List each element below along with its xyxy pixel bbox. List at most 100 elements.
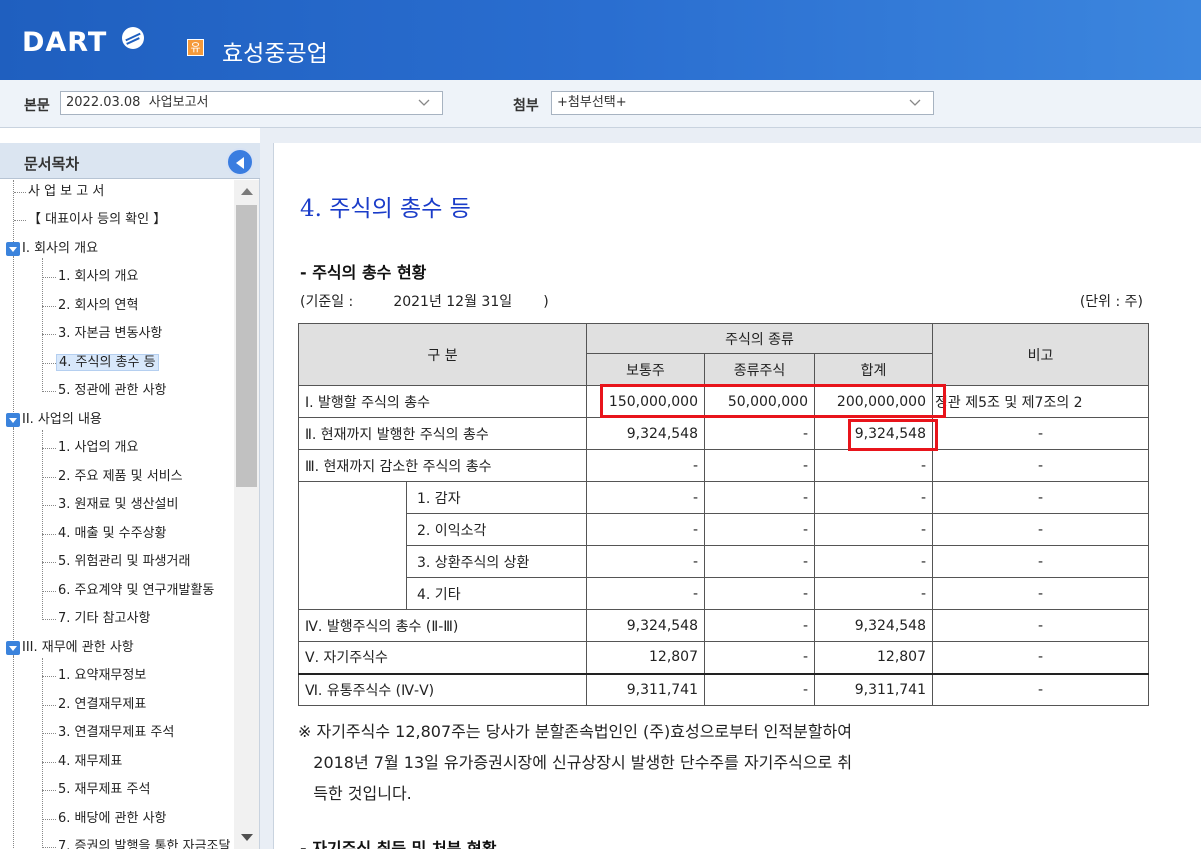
header-common: 보통주	[586, 353, 705, 386]
toc-item-company-overview[interactable]: 1. 회사의 개요	[42, 266, 138, 288]
toc-item-label: 5. 위험관리 및 파생거래	[58, 554, 191, 569]
toc-sidebar: 문서목차 사 업 보 고 서 【 대표이사 등의 확인 】 I. 회사의 개요 …	[0, 143, 260, 849]
toc-item-products[interactable]: 2. 주요 제품 및 서비스	[42, 466, 183, 488]
cell-note: -	[932, 545, 1149, 578]
toc-item-contracts[interactable]: 6. 주요계약 및 연구개발활동	[42, 580, 214, 602]
cell-preferred: -	[704, 481, 815, 514]
toc-item-consolidated-notes[interactable]: 3. 연결재무제표 주석	[42, 722, 174, 744]
toc-item-label: 4. 매출 및 수주상황	[58, 526, 167, 541]
row-label: Ⅵ. 유통주식수 (Ⅳ-Ⅴ)	[298, 672, 587, 706]
highlight-issued-total	[848, 419, 938, 451]
table-row: 1. 감자 - - - -	[298, 481, 1149, 610]
table-row: 2. 이익소각 - - - -	[299, 513, 1149, 546]
cell-preferred: -	[704, 513, 815, 546]
cell-note: -	[932, 417, 1149, 450]
toc-item-label: 6. 주요계약 및 연구개발활동	[58, 583, 215, 598]
cell-preferred: -	[704, 449, 815, 482]
attachment-select[interactable]: +첨부선택+	[551, 91, 934, 115]
expand-toggle-icon[interactable]	[6, 242, 20, 256]
toc-item-label: 4. 주식의 총수 등	[56, 354, 159, 371]
toc-item-summary-finance[interactable]: 1. 요약재무정보	[42, 665, 146, 687]
cell-common: -	[586, 481, 705, 514]
toc-item-fs-notes[interactable]: 5. 재무제표 주석	[42, 779, 150, 801]
table-header-row: 구 분 주식의 종류 비고	[298, 323, 1149, 386]
toc-item-materials[interactable]: 3. 원재료 및 생산설비	[42, 494, 178, 516]
toc-tree: 사 업 보 고 서 【 대표이사 등의 확인 】 I. 회사의 개요 1. 회사…	[0, 180, 234, 849]
expand-toggle-icon[interactable]	[6, 641, 20, 655]
main-report-label: 본문	[24, 98, 50, 114]
toc-section-business[interactable]: II. 사업의 내용	[6, 409, 102, 431]
toc-item-label: 5. 재무제표 주석	[58, 782, 151, 797]
document-viewer: 4. 주식의 총수 등 - 주식의 총수 현황 (기준일 : 2021년 12월…	[273, 143, 1201, 849]
row-group-spacer	[298, 481, 407, 610]
toc-item-label: 3. 원재료 및 생산설비	[58, 497, 179, 512]
toc-item-securities[interactable]: 7. 증권의 발행을 통한 자금조달	[42, 836, 230, 849]
cell-common: 12,807	[586, 641, 705, 674]
toc-item-company-history[interactable]: 2. 회사의 연혁	[42, 295, 138, 317]
toc-item-label: 3. 연결재무제표 주석	[58, 725, 175, 740]
toc-item-total-shares[interactable]: 4. 주식의 총수 등	[42, 352, 159, 374]
cell-common: 9,324,548	[586, 609, 705, 642]
row-label: Ⅰ. 발행할 주식의 총수	[298, 385, 587, 418]
cell-note: -	[932, 449, 1149, 482]
expand-toggle-icon[interactable]	[6, 413, 20, 427]
highlight-authorized-shares	[600, 384, 946, 418]
toc-item-label: II. 사업의 내용	[22, 412, 102, 427]
scroll-up-arrow-icon[interactable]	[241, 188, 253, 195]
toc-section-finance[interactable]: III. 재무에 관한 사항	[6, 637, 134, 659]
cell-note: -	[932, 513, 1149, 546]
toc-item-label: 1. 회사의 개요	[58, 269, 139, 284]
cell-preferred: -	[704, 577, 815, 610]
header-share-types: 주식의 종류	[586, 323, 933, 354]
toc-item-consolidated-fs[interactable]: 2. 연결재무제표	[42, 694, 146, 716]
toc-scrollbar[interactable]	[234, 180, 259, 849]
toc-item-business-report[interactable]: 사 업 보 고 서	[14, 181, 104, 203]
toc-item-ceo-confirmation[interactable]: 【 대표이사 등의 확인 】	[14, 209, 166, 231]
toc-item-label: 5. 정관에 관한 사항	[58, 383, 167, 398]
table-row: Ⅲ. 현재까지 감소한 주식의 총수 - - - -	[298, 449, 1149, 482]
note-line: 2018년 7월 13일 유가증권시장에 신규상장시 발생한 단수주를 자기주식…	[298, 753, 853, 772]
toc-item-articles[interactable]: 5. 정관에 관한 사항	[42, 380, 167, 402]
toc-item-label: III. 재무에 관한 사항	[22, 640, 134, 655]
row-label: Ⅳ. 발행주식의 총수 (Ⅱ-Ⅲ)	[298, 609, 587, 642]
row-label: Ⅲ. 현재까지 감소한 주식의 총수	[298, 449, 587, 482]
toc-item-risk[interactable]: 5. 위험관리 및 파생거래	[42, 551, 190, 573]
toc-item-label: 4. 재무제표	[58, 754, 123, 769]
toc-item-other[interactable]: 7. 기타 참고사항	[42, 608, 150, 630]
table-row: Ⅵ. 유통주식수 (Ⅳ-Ⅴ) 9,311,741 - 9,311,741 -	[298, 672, 1149, 706]
cell-note: -	[932, 577, 1149, 610]
scroll-thumb[interactable]	[236, 205, 257, 487]
cell-total: -	[814, 449, 933, 482]
collapse-sidebar-button[interactable]	[226, 148, 254, 176]
treasury-stock-note: ※ 자기주식수 12,807주는 당사가 분할존속법인인 (주)효성으로부터 인…	[298, 716, 852, 809]
toc-item-capital-changes[interactable]: 3. 자본금 변동사항	[42, 323, 162, 345]
subsection-title: - 주식의 총수 현황	[300, 263, 427, 282]
toc-item-label: 1. 요약재무정보	[58, 668, 147, 683]
cell-common: 9,324,548	[586, 417, 705, 450]
cell-preferred: -	[704, 609, 815, 642]
main-report-select[interactable]: 2022.03.08 사업보고서	[60, 91, 443, 115]
toc-section-company-overview[interactable]: I. 회사의 개요	[6, 238, 98, 260]
toc-item-sales[interactable]: 4. 매출 및 수주상황	[42, 523, 167, 545]
company-name: 효성중공업	[222, 41, 328, 67]
cell-total: -	[814, 513, 933, 546]
header-preferred: 종류주식	[704, 353, 815, 386]
header-bar: DART 유 효성중공업	[0, 0, 1201, 80]
cell-total: -	[814, 481, 933, 514]
cell-total: -	[814, 577, 933, 610]
toc-item-label: I. 회사의 개요	[22, 241, 99, 256]
scroll-down-arrow-icon[interactable]	[241, 834, 253, 841]
unit-label: (단위 : 주)	[1079, 294, 1143, 310]
toc-item-fs[interactable]: 4. 재무제표	[42, 751, 122, 773]
dart-logo[interactable]: DART	[22, 27, 107, 58]
toc-item-dividends[interactable]: 6. 배당에 관한 사항	[42, 808, 167, 830]
toc-item-business-overview[interactable]: 1. 사업의 개요	[42, 437, 138, 459]
row-label: Ⅴ. 자기주식수	[298, 641, 587, 674]
next-subsection-title: - 자기주식 취득 및 처분 현황	[300, 839, 497, 849]
cell-common: -	[586, 449, 705, 482]
attachment-select-value: +첨부선택+	[557, 95, 627, 110]
cell-preferred: -	[704, 672, 815, 706]
cell-note: -	[932, 481, 1149, 514]
market-badge: 유	[187, 39, 204, 56]
toc-item-label: 1. 사업의 개요	[58, 440, 139, 455]
